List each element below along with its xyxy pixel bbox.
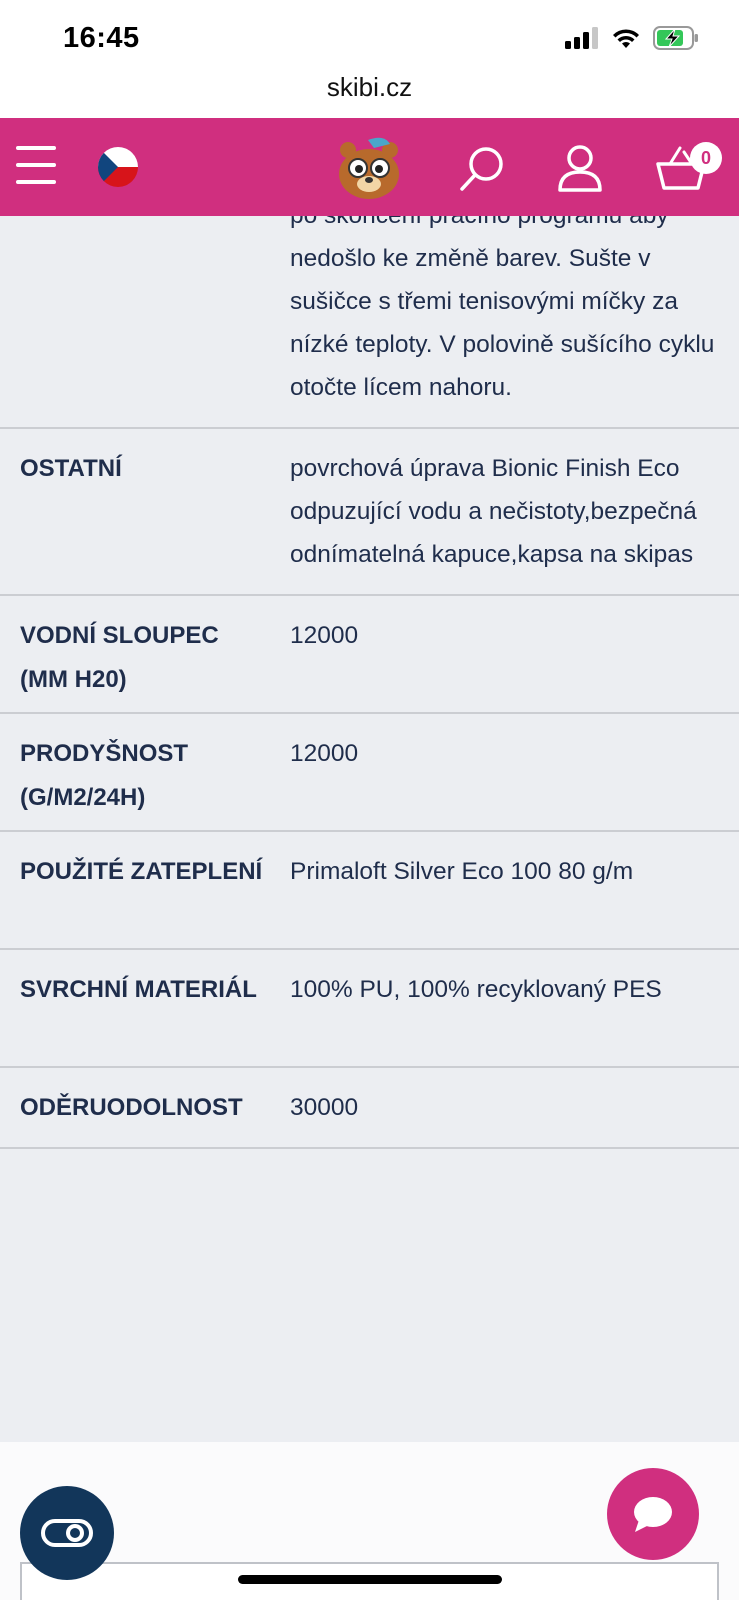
chat-bubble-icon[interactable] bbox=[607, 1468, 699, 1560]
spec-row: PRODYŠNOST (G/M2/24H) 12000 bbox=[0, 714, 739, 832]
spec-row: ODĚRUODOLNOST 30000 bbox=[0, 1068, 739, 1149]
spec-value: po skončení pracího programu aby nedošlo… bbox=[290, 216, 715, 401]
spec-value: 12000 bbox=[290, 740, 359, 767]
product-specs-section: po skončení pracího programu aby nedošlo… bbox=[0, 216, 739, 1442]
spec-value: 30000 bbox=[290, 1094, 359, 1121]
spec-value: 12000 bbox=[290, 622, 359, 649]
spec-row: POUŽITÉ ZATEPLENÍ Primaloft Silver Eco 1… bbox=[0, 832, 739, 950]
status-icons bbox=[565, 26, 699, 50]
spec-label: PRODYŠNOST (G/M2/24H) bbox=[20, 740, 189, 811]
url-text: skibi.cz bbox=[326, 72, 413, 102]
site-header bbox=[0, 118, 739, 216]
spec-table: po skončení pracího programu aby nedošlo… bbox=[0, 216, 739, 1149]
spec-row: VODNÍ SLOUPEC (MM H20) 12000 bbox=[0, 596, 739, 714]
cart-count-badge[interactable]: 0 bbox=[690, 142, 722, 174]
home-indicator bbox=[238, 1575, 502, 1584]
status-bar: 16:45 bbox=[0, 0, 739, 70]
spec-label: OSTATNÍ bbox=[20, 455, 122, 482]
cellular-signal-icon bbox=[565, 27, 598, 49]
bear-mascot-logo[interactable] bbox=[334, 134, 404, 200]
spec-value: 100% PU, 100% recyklovaný PES bbox=[290, 976, 662, 1003]
spec-label: POUŽITÉ ZATEPLENÍ bbox=[20, 858, 263, 885]
spec-row: SVRCHNÍ MATERIÁL 100% PU, 100% recyklova… bbox=[0, 950, 739, 1068]
spec-value: Primaloft Silver Eco 100 80 g/m bbox=[290, 858, 634, 885]
spec-row: OSTATNÍ povrchová úprava Bionic Finish E… bbox=[0, 429, 739, 596]
spec-label: VODNÍ SLOUPEC (MM H20) bbox=[20, 622, 219, 693]
browser-url-bar[interactable]: skibi.cz bbox=[0, 64, 739, 118]
search-icon[interactable] bbox=[458, 144, 508, 194]
spec-label: SVRCHNÍ MATERIÁL bbox=[20, 976, 257, 1003]
spec-value: povrchová úprava Bionic Finish Eco odpuz… bbox=[290, 455, 697, 568]
hamburger-menu-icon[interactable] bbox=[16, 146, 56, 184]
wifi-icon bbox=[613, 29, 639, 48]
user-icon[interactable] bbox=[557, 144, 603, 192]
spec-row: po skončení pracího programu aby nedošlo… bbox=[0, 216, 739, 429]
spec-label: ODĚRUODOLNOST bbox=[20, 1094, 243, 1121]
accessibility-toggle-icon[interactable] bbox=[20, 1486, 114, 1580]
czech-flag-icon[interactable] bbox=[98, 147, 138, 187]
battery-charging-icon bbox=[653, 26, 698, 50]
status-time: 16:45 bbox=[63, 22, 140, 54]
